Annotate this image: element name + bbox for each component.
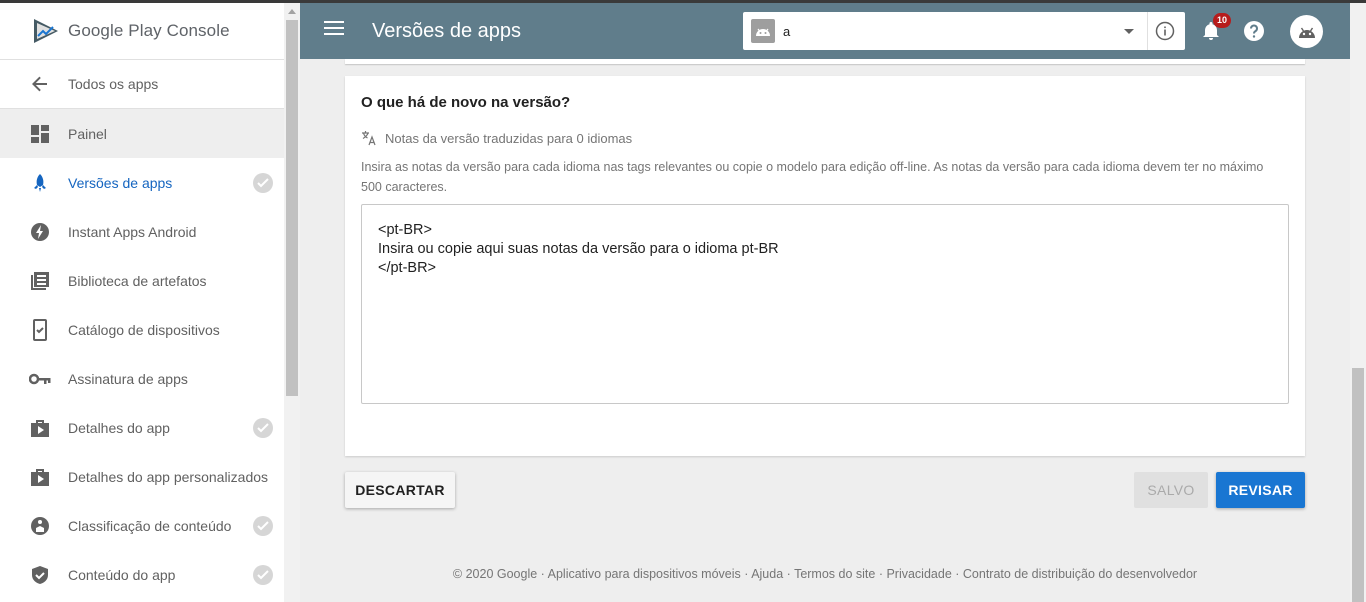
check-icon [253,418,273,438]
key-icon [29,368,51,390]
selected-app-name: a [783,24,791,39]
review-button[interactable]: REVISAR [1216,472,1305,508]
sidebar-item-instant-apps[interactable]: Instant Apps Android [0,207,284,256]
sidebar-item-artifact-library[interactable]: Biblioteca de artefatos [0,256,284,305]
store-icon [29,466,51,488]
footer-link-help[interactable]: Ajuda [751,567,783,581]
sidebar-item-device-catalog[interactable]: Catálogo de dispositivos [0,305,284,354]
menu-icon[interactable] [324,21,344,41]
translation-status-text: Notas da versão traduzidas para 0 idioma… [385,130,633,146]
google-play-console-logo[interactable]: Google Play Console [0,3,284,60]
release-notes-card: O que há de novo na versão? Notas da ver… [345,76,1305,456]
sidebar-item-label: Instant Apps Android [68,223,197,240]
library-icon [29,270,51,292]
page-title: Versões de apps [372,20,521,42]
check-icon [253,516,273,536]
rocket-icon [29,172,51,194]
footer-link-developer-agreement[interactable]: Contrato de distribuição do desenvolvedo… [963,567,1197,581]
sidebar-item-app-details[interactable]: Detalhes do app [0,403,284,452]
account-avatar[interactable] [1290,15,1323,48]
footer: © 2020 Google · Aplicativo para disposit… [452,567,1198,581]
sidebar-item-app-signing[interactable]: Assinatura de apps [0,354,284,403]
scrollbar-thumb[interactable] [286,20,298,396]
selector-divider [1147,12,1148,50]
sidebar-item-label: Classificação de conteúdo [68,517,232,534]
sidebar-item-label: Todos os apps [68,76,159,92]
android-app-icon [751,19,775,43]
sidebar-item-all-apps[interactable]: Todos os apps [0,60,284,109]
scroll-up-icon[interactable] [288,9,296,14]
release-notes-textarea[interactable] [361,204,1289,404]
check-icon [253,565,273,585]
bolt-icon [29,221,51,243]
chevron-down-icon[interactable] [1124,29,1134,34]
top-app-bar: Versões de apps a 10 [300,3,1350,59]
release-notes-help-text: Insira as notas da versão para cada idio… [361,160,1264,194]
sidebar-item-dashboard[interactable]: Painel [0,109,284,158]
notifications-badge: 10 [1213,13,1231,28]
sidebar-item-app-releases[interactable]: Versões de apps [0,158,284,207]
sidebar-item-label: Biblioteca de artefatos [68,272,207,289]
translate-icon [362,131,376,146]
sidebar-item-app-content[interactable]: Conteúdo do app [0,550,284,599]
check-icon [253,173,273,193]
card-title: O que há de novo na versão? [361,94,571,111]
main-scrollbar[interactable] [1350,3,1366,602]
sidebar-scrollbar[interactable] [284,3,300,602]
arrow-back-icon [29,73,51,95]
device-check-icon [29,318,51,341]
info-icon[interactable] [1155,21,1175,41]
sidebar-item-label: Detalhes do app [68,419,170,436]
rating-icon [29,515,51,537]
sidebar-item-label: Conteúdo do app [68,566,176,583]
logo-text: Google Play Console [68,21,230,40]
android-avatar-icon [1298,27,1315,38]
footer-link-mobile-app[interactable]: Aplicativo para dispositivos móveis [548,567,741,581]
sidebar-item-label: Assinatura de apps [68,370,188,387]
scrollbar-thumb[interactable] [1352,368,1364,602]
discard-button[interactable]: DESCARTAR [345,472,455,508]
play-console-logo-icon [34,19,58,43]
footer-link-privacy[interactable]: Privacidade [886,567,951,581]
sidebar: Google Play Console Todos os apps Painel… [0,3,284,602]
sidebar-item-label: Detalhes do app personalizados [68,468,269,485]
sidebar-item-label: Catálogo de dispositivos [68,321,220,338]
sidebar-item-content-rating[interactable]: Classificação de conteúdo [0,501,284,550]
previous-card-edge [345,59,1305,64]
shield-icon [29,564,51,586]
sidebar-item-custom-app-details[interactable]: Detalhes do app personalizados [0,452,284,501]
saved-button[interactable]: SALVO [1134,472,1208,508]
translation-status: Notas da versão traduzidas para 0 idioma… [361,130,632,146]
footer-link-terms[interactable]: Termos do site [794,567,875,581]
help-icon[interactable] [1243,20,1265,42]
footer-copyright: © 2020 Google [452,567,538,581]
app-selector[interactable]: a [743,12,1185,50]
sidebar-item-label: Versões de apps [68,174,173,191]
sidebar-item-label: Painel [68,125,107,142]
store-icon [29,417,51,439]
dashboard-icon [29,123,51,145]
